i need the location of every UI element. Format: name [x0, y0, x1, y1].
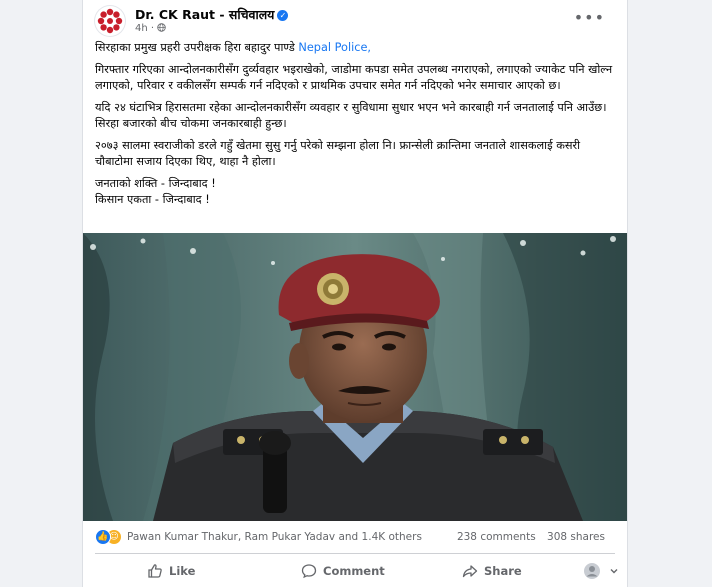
thumbs-up-icon [148, 564, 162, 578]
reaction-icons[interactable]: 👍 ☺ [95, 529, 125, 545]
audience-selector[interactable] [583, 558, 625, 584]
chevron-down-icon [610, 569, 618, 574]
post-text: सिरहाका प्रमुख प्रहरी उपरीक्षक हिरा बहाद… [95, 40, 615, 208]
share-label: Share [484, 564, 522, 578]
like-label: Like [169, 564, 196, 578]
author-name-text[interactable]: Dr. CK Raut - सचिवालय [135, 7, 274, 22]
paragraph-1: सिरहाका प्रमुख प्रहरी उपरीक्षक हिरा बहाद… [95, 40, 615, 56]
paragraph-3: यदि २४ घंटाभित्र हिरासतमा रहेका आन्दोलनक… [95, 101, 607, 130]
comment-count[interactable]: 238 comments [457, 531, 536, 543]
avatar-logo [96, 7, 124, 35]
post-card: Dr. CK Raut - सचिवालय ✓ 4h · ••• सिरहाका … [82, 0, 628, 587]
post-header: Dr. CK Raut - सचिवालय ✓ 4h · ••• [95, 6, 615, 36]
comment-label: Comment [323, 564, 385, 578]
page-link[interactable]: Nepal Police, [298, 41, 371, 54]
share-count[interactable]: 308 shares [547, 531, 605, 543]
more-options-icon[interactable]: ••• [574, 8, 605, 27]
share-icon [462, 565, 478, 578]
paragraph-2: गिरफ्तार गरिएका आन्दोलनकारीसँग दुर्व्यवह… [95, 63, 613, 92]
profile-thumbnail-icon [584, 563, 600, 579]
post-time[interactable]: 4h [135, 23, 148, 34]
post-meta: 4h · [135, 23, 166, 34]
slogan-1: जनताको शक्ति - जिन्दाबाद ! [95, 177, 216, 190]
paragraph-1-text: सिरहाका प्रमुख प्रहरी उपरीक्षक हिरा बहाद… [95, 41, 299, 54]
comment-icon [301, 564, 317, 579]
counts: 238 comments 308 shares [449, 531, 605, 543]
comment-button[interactable]: Comment [301, 558, 385, 584]
engagement-bar: 👍 ☺ Pawan Kumar Thakur, Ram Pukar Yadav … [95, 528, 615, 548]
slogan-2: किसान एकता - जिन्दाबाद ! [95, 193, 210, 206]
paragraph-4: २०७३ सालमा स्वराजीको डरले गहुँ खेतमा सुस… [95, 139, 581, 168]
reactors-text[interactable]: Pawan Kumar Thakur, Ram Pukar Yadav and … [127, 531, 422, 543]
divider [95, 553, 615, 554]
verified-badge-icon: ✓ [277, 10, 289, 21]
paragraph-5: जनताको शक्ति - जिन्दाबाद ! किसान एकता - … [95, 176, 615, 208]
police-officer-image [83, 233, 627, 521]
like-button[interactable]: Like [147, 558, 195, 584]
post-photo[interactable] [83, 233, 627, 521]
like-reaction-icon: 👍 [95, 529, 111, 545]
share-button[interactable]: Share [462, 558, 522, 584]
author-name[interactable]: Dr. CK Raut - सचिवालय ✓ [135, 6, 289, 23]
globe-icon [157, 23, 166, 32]
avatar[interactable] [95, 6, 125, 36]
action-bar: Like Comment Share [95, 558, 618, 584]
